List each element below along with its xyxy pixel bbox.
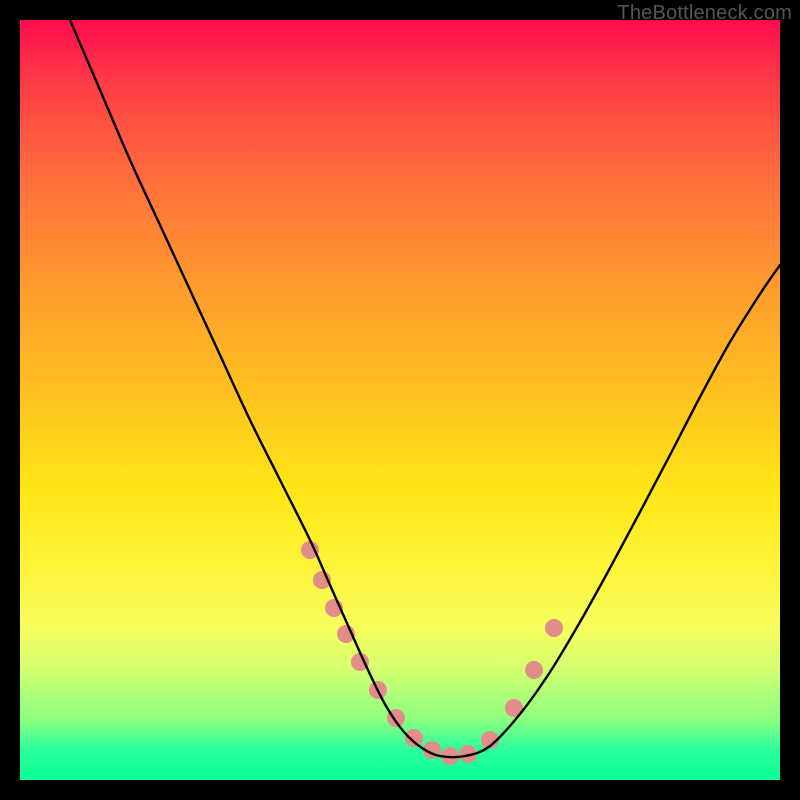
curve-svg	[20, 20, 780, 780]
marker-dot	[545, 619, 563, 637]
marker-dot	[525, 661, 543, 679]
chart-frame: TheBottleneck.com	[0, 0, 800, 800]
marker-dot	[405, 729, 423, 747]
marker-dots	[301, 541, 563, 765]
plot-area	[20, 20, 780, 780]
watermark-text: TheBottleneck.com	[617, 2, 792, 25]
bottleneck-curve	[70, 20, 780, 757]
